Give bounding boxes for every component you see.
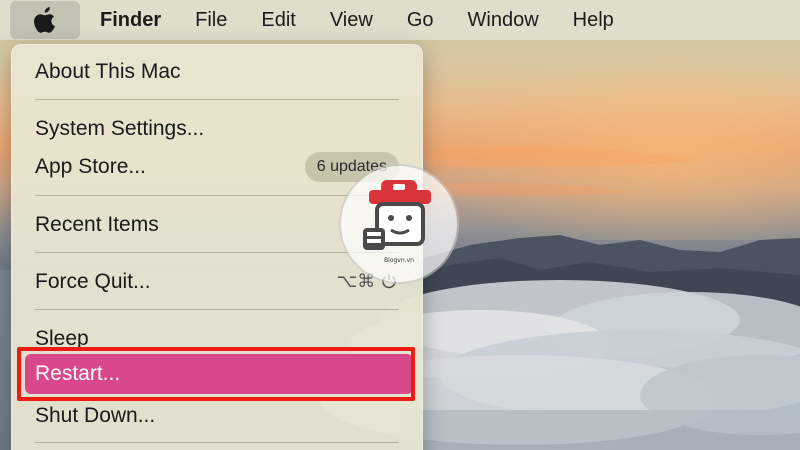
menu-edit[interactable]: Edit <box>255 9 301 32</box>
mascot-logo-icon: Blogvn.vn <box>363 180 431 264</box>
watermark-text: Blogvn.vn <box>384 257 414 264</box>
menu-item-label: Force Quit... <box>35 270 151 293</box>
menu-file[interactable]: File <box>189 9 233 32</box>
menu-separator <box>35 442 399 443</box>
apple-logo-icon <box>34 7 55 33</box>
menu-item-shut-down[interactable]: Shut Down... <box>35 399 399 433</box>
watermark-logo: Blogvn.vn <box>341 166 457 282</box>
menu-item-label: App Store... <box>35 155 146 178</box>
menu-item-label: System Settings... <box>35 117 205 140</box>
menu-bar: Finder File Edit View Go Window Help <box>0 0 800 40</box>
apple-menu-button[interactable] <box>10 1 80 39</box>
menu-separator <box>35 99 399 100</box>
menu-finder[interactable]: Finder <box>94 9 167 32</box>
menu-separator <box>35 309 399 310</box>
desktop: Finder File Edit View Go Window Help Abo… <box>0 0 800 450</box>
menu-window[interactable]: Window <box>462 9 545 32</box>
menu-item-label: Shut Down... <box>35 404 156 427</box>
menu-item-system-settings[interactable]: System Settings... <box>35 112 399 146</box>
menu-help[interactable]: Help <box>567 9 620 32</box>
menu-item-about-this-mac[interactable]: About This Mac <box>35 55 399 89</box>
menu-item-label: About This Mac <box>35 60 181 83</box>
menu-go[interactable]: Go <box>401 9 440 32</box>
menu-view[interactable]: View <box>324 9 379 32</box>
menu-item-label: Recent Items <box>35 213 159 236</box>
annotation-highlight-box <box>17 347 415 401</box>
